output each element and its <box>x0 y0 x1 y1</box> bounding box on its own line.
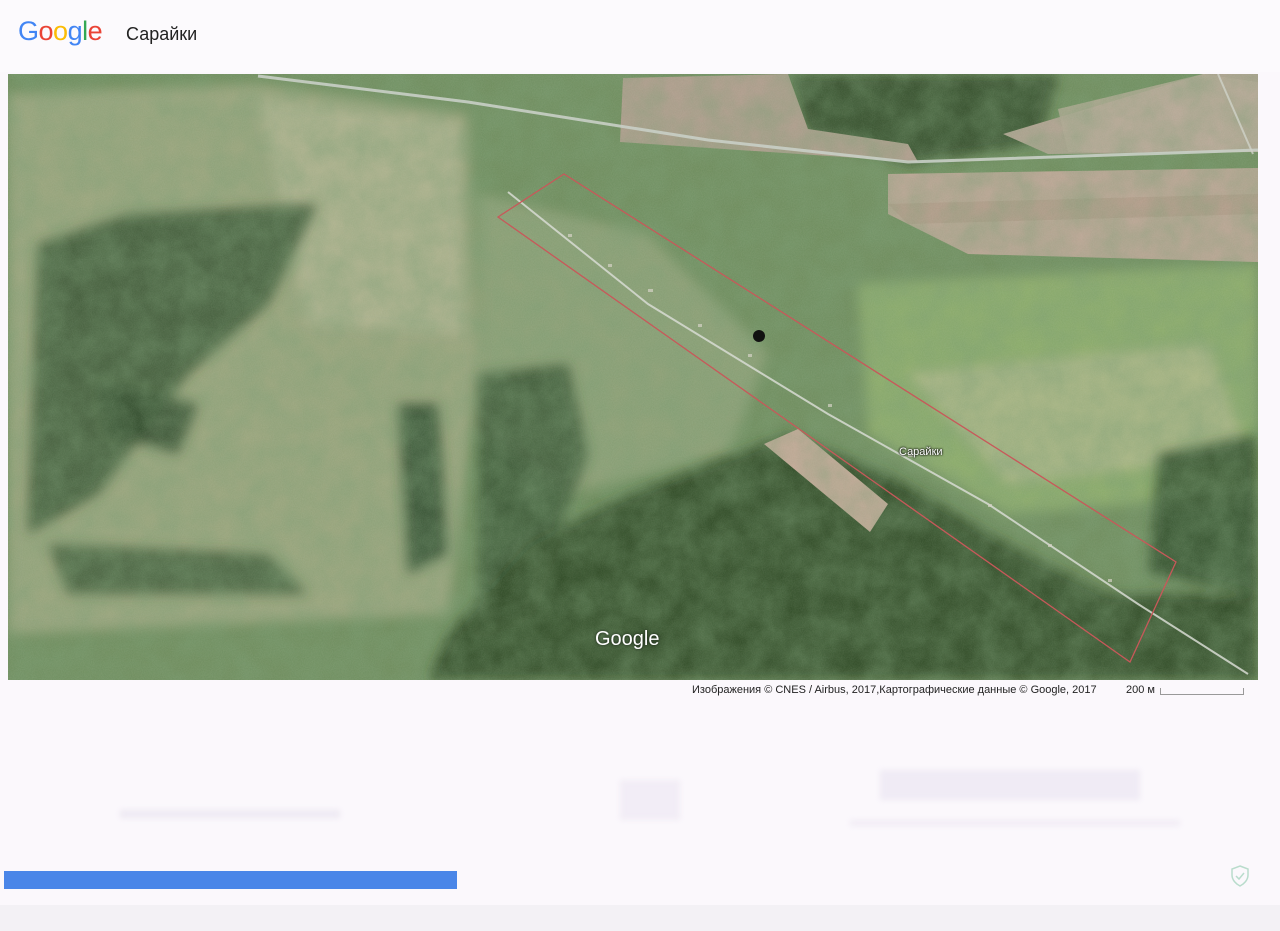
footer-band <box>0 905 1280 931</box>
location-dot-icon <box>753 330 765 342</box>
shield-check-icon <box>1228 864 1252 888</box>
logo-letter: g <box>67 16 83 46</box>
map-scale-label: 200 м <box>1126 684 1155 696</box>
map-attribution: Изображения © CNES / Airbus, 2017,Картог… <box>692 684 1097 696</box>
google-logo[interactable]: Google <box>18 16 103 47</box>
logo-letter: o <box>38 16 54 46</box>
place-title: Сарайки <box>126 24 198 44</box>
map-scale-bar <box>1160 688 1244 695</box>
logo-letter: e <box>87 16 103 46</box>
page-header: Google Сарайки <box>0 0 1280 72</box>
satellite-imagery <box>8 74 1258 680</box>
faded-background <box>0 700 1280 860</box>
satellite-map[interactable]: Сарайки Google <box>8 74 1258 680</box>
logo-letter: o <box>53 16 68 46</box>
logo-letter: G <box>18 16 39 46</box>
progress-bar <box>4 871 457 889</box>
map-watermark: Google <box>595 628 660 650</box>
place-label: Сарайки <box>899 446 943 458</box>
